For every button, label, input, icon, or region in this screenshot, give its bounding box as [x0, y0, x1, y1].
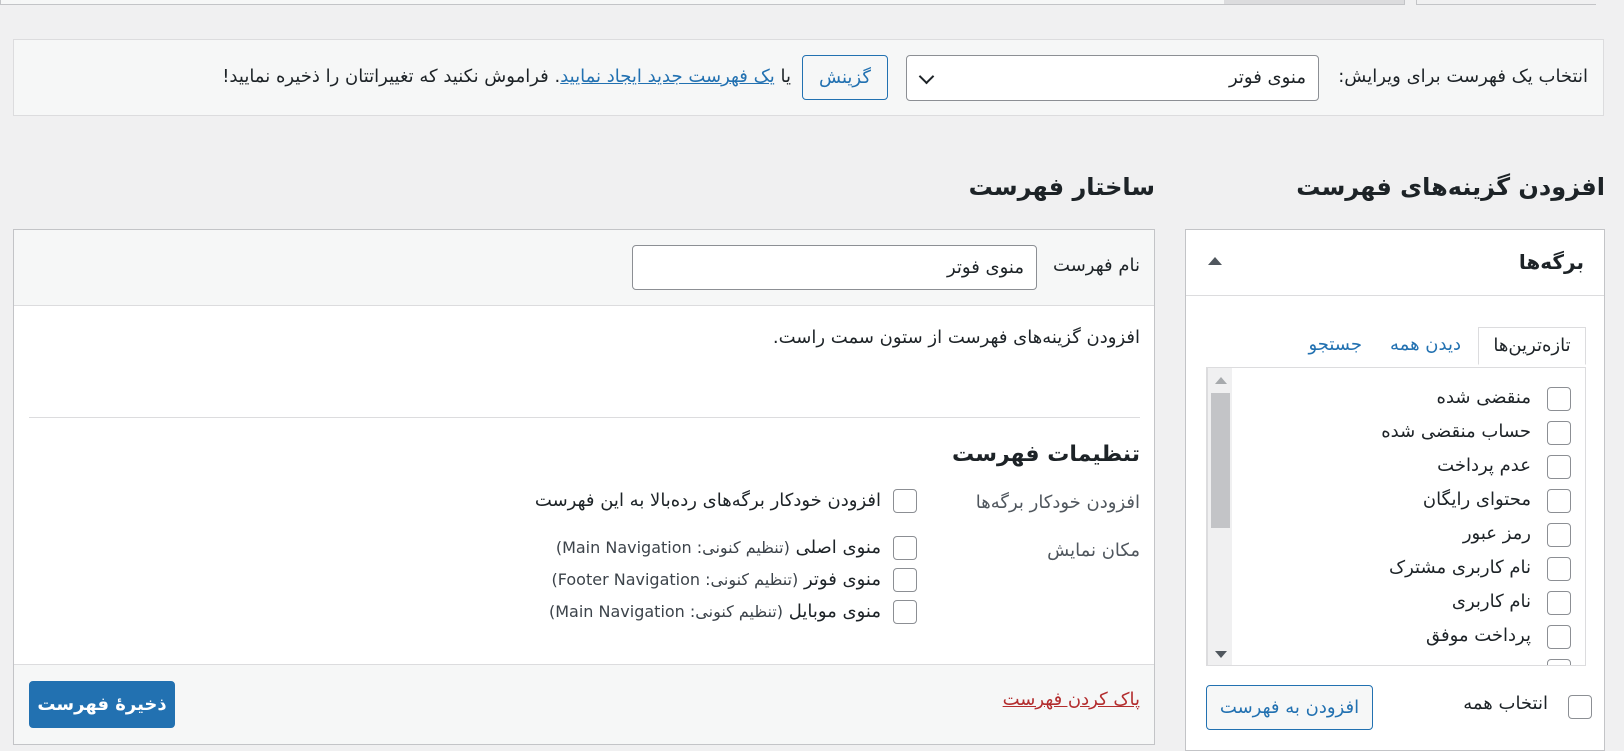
select-all-label: انتخاب همه — [1463, 693, 1548, 714]
display-location-label: مکان نمایش — [1047, 540, 1140, 561]
add-menu-items-heading: افزودن گزینه‌های فهرست — [1296, 173, 1605, 201]
item-label: رمز عبور — [1462, 523, 1531, 544]
item-checkbox[interactable] — [1547, 387, 1571, 411]
location-name: منوی موبایل — [788, 601, 881, 622]
menu-instructions: افزودن گزینه‌های فهرست از ستون سمت راست. — [772, 327, 1140, 348]
or-label: یا — [780, 66, 792, 87]
item-checkbox[interactable] — [1547, 523, 1571, 547]
pages-panel-header[interactable]: برگه‌ها — [1186, 230, 1604, 296]
item-label: حساب منقضی شده — [1381, 421, 1531, 442]
menu-structure-heading: ساختار فهرست — [968, 173, 1155, 201]
item-checkbox[interactable] — [1547, 557, 1571, 581]
location-name: منوی اصلی — [795, 537, 881, 558]
tab-view-all[interactable]: دیدن همه — [1390, 327, 1461, 365]
location-checkbox[interactable] — [893, 536, 917, 560]
scrollbar-thumb[interactable] — [1211, 393, 1230, 528]
location-current: (تنظیم کنونی: Footer Navigation) — [551, 570, 799, 589]
pages-list: منقضی شده حساب منقضی شده عدم پرداخت محتو… — [1206, 367, 1586, 666]
auto-add-checkbox[interactable] — [893, 489, 917, 513]
divider — [29, 417, 1140, 418]
auto-add-option[interactable]: افزودن خودکار برگه‌های رده‌بالا به این ف… — [517, 489, 917, 519]
item-label: محتوای رایگان — [1422, 489, 1531, 510]
top-remnant-bar — [0, 0, 1405, 5]
create-menu-link[interactable]: یک فهرست جدید ایجاد نمایید — [560, 66, 775, 87]
item-label: عدم پرداخت — [1437, 455, 1531, 476]
pages-panel: برگه‌ها تازه‌ترین‌ها دیدن همه جستجو منقض… — [1185, 229, 1605, 751]
item-checkbox[interactable] — [1547, 455, 1571, 479]
menu-structure-footer: پاک کردن فهرست ذخیرهٔ فهرست — [14, 664, 1154, 744]
add-to-menu-button[interactable]: افزودن به فهرست — [1206, 685, 1373, 730]
delete-menu-link[interactable]: پاک کردن فهرست — [1003, 689, 1140, 710]
item-checkbox[interactable] — [1547, 625, 1571, 649]
item-checkbox[interactable] — [1547, 591, 1571, 615]
menu-name-label: نام فهرست — [1053, 255, 1140, 276]
chevron-down-icon — [918, 68, 935, 85]
save-menu-button[interactable]: ذخیرهٔ فهرست — [29, 681, 175, 728]
list-scrollbar[interactable] — [1207, 368, 1232, 665]
menu-settings-heading: تنظیمات فهرست — [952, 442, 1140, 467]
location-current: (تنظیم کنونی: Main Navigation) — [548, 602, 783, 621]
location-checkbox[interactable] — [893, 600, 917, 624]
location-label: منوی موبایل (تنظیم کنونی: Main Navigatio… — [549, 601, 881, 622]
menu-select[interactable]: منوی فوتر — [906, 55, 1319, 101]
choose-button[interactable]: گزینش — [802, 55, 888, 100]
item-label: منقضی شده — [1436, 387, 1531, 408]
location-checkbox[interactable] — [893, 568, 917, 592]
item-checkbox[interactable] — [1547, 421, 1571, 445]
manage-menus-bar: انتخاب یک فهرست برای ویرایش: منوی فوتر گ… — [13, 39, 1604, 116]
top-remnant-segment — [1224, 0, 1404, 4]
menu-select-value: منوی فوتر — [1228, 67, 1306, 88]
top-remnant-right — [1416, 0, 1596, 5]
location-name: منوی فوتر — [803, 569, 881, 590]
scroll-up-icon[interactable] — [1215, 377, 1227, 384]
pages-panel-title: برگه‌ها — [1518, 250, 1584, 274]
location-current: (تنظیم کنونی: Main Navigation) — [555, 538, 790, 557]
tab-most-recent[interactable]: تازه‌ترین‌ها — [1478, 327, 1586, 365]
select-menu-label: انتخاب یک فهرست برای ویرایش: — [1338, 66, 1588, 87]
auto-add-label: افزودن خودکار برگه‌ها — [975, 492, 1140, 513]
scroll-down-icon[interactable] — [1215, 651, 1227, 658]
create-menu-text: یا یک فهرست جدید ایجاد نمایید. فراموش نک… — [222, 66, 791, 87]
select-all[interactable]: انتخاب همه — [1463, 693, 1592, 723]
location-option[interactable]: منوی موبایل (تنظیم کنونی: Main Navigatio… — [517, 600, 917, 630]
menu-name-header: نام فهرست منوی فوتر — [14, 230, 1154, 306]
item-checkbox[interactable] — [1547, 659, 1571, 665]
location-option[interactable]: منوی فوتر (تنظیم کنونی: Footer Navigatio… — [517, 568, 917, 598]
select-all-checkbox[interactable] — [1568, 695, 1592, 719]
location-option[interactable]: منوی اصلی (تنظیم کنونی: Main Navigation) — [517, 536, 917, 566]
menu-name-input[interactable]: منوی فوتر — [632, 245, 1037, 290]
item-checkbox[interactable] — [1547, 489, 1571, 513]
location-label: منوی فوتر (تنظیم کنونی: Footer Navigatio… — [552, 569, 882, 590]
item-label: نام کاربری — [1451, 591, 1531, 612]
auto-add-option-label: افزودن خودکار برگه‌های رده‌بالا به این ف… — [534, 490, 881, 511]
location-label: منوی اصلی (تنظیم کنونی: Main Navigation) — [556, 537, 881, 558]
item-label: نام کاربری مشترک — [1388, 557, 1531, 578]
caret-up-icon[interactable] — [1208, 257, 1222, 265]
menu-structure-panel: نام فهرست منوی فوتر افزودن گزینه‌های فهر… — [13, 229, 1155, 745]
item-label: پرداخت موفق — [1425, 625, 1531, 646]
tab-search[interactable]: جستجو — [1308, 327, 1362, 365]
save-reminder: . فراموش نکنید که تغییراتتان را ذخیره نم… — [222, 66, 561, 87]
